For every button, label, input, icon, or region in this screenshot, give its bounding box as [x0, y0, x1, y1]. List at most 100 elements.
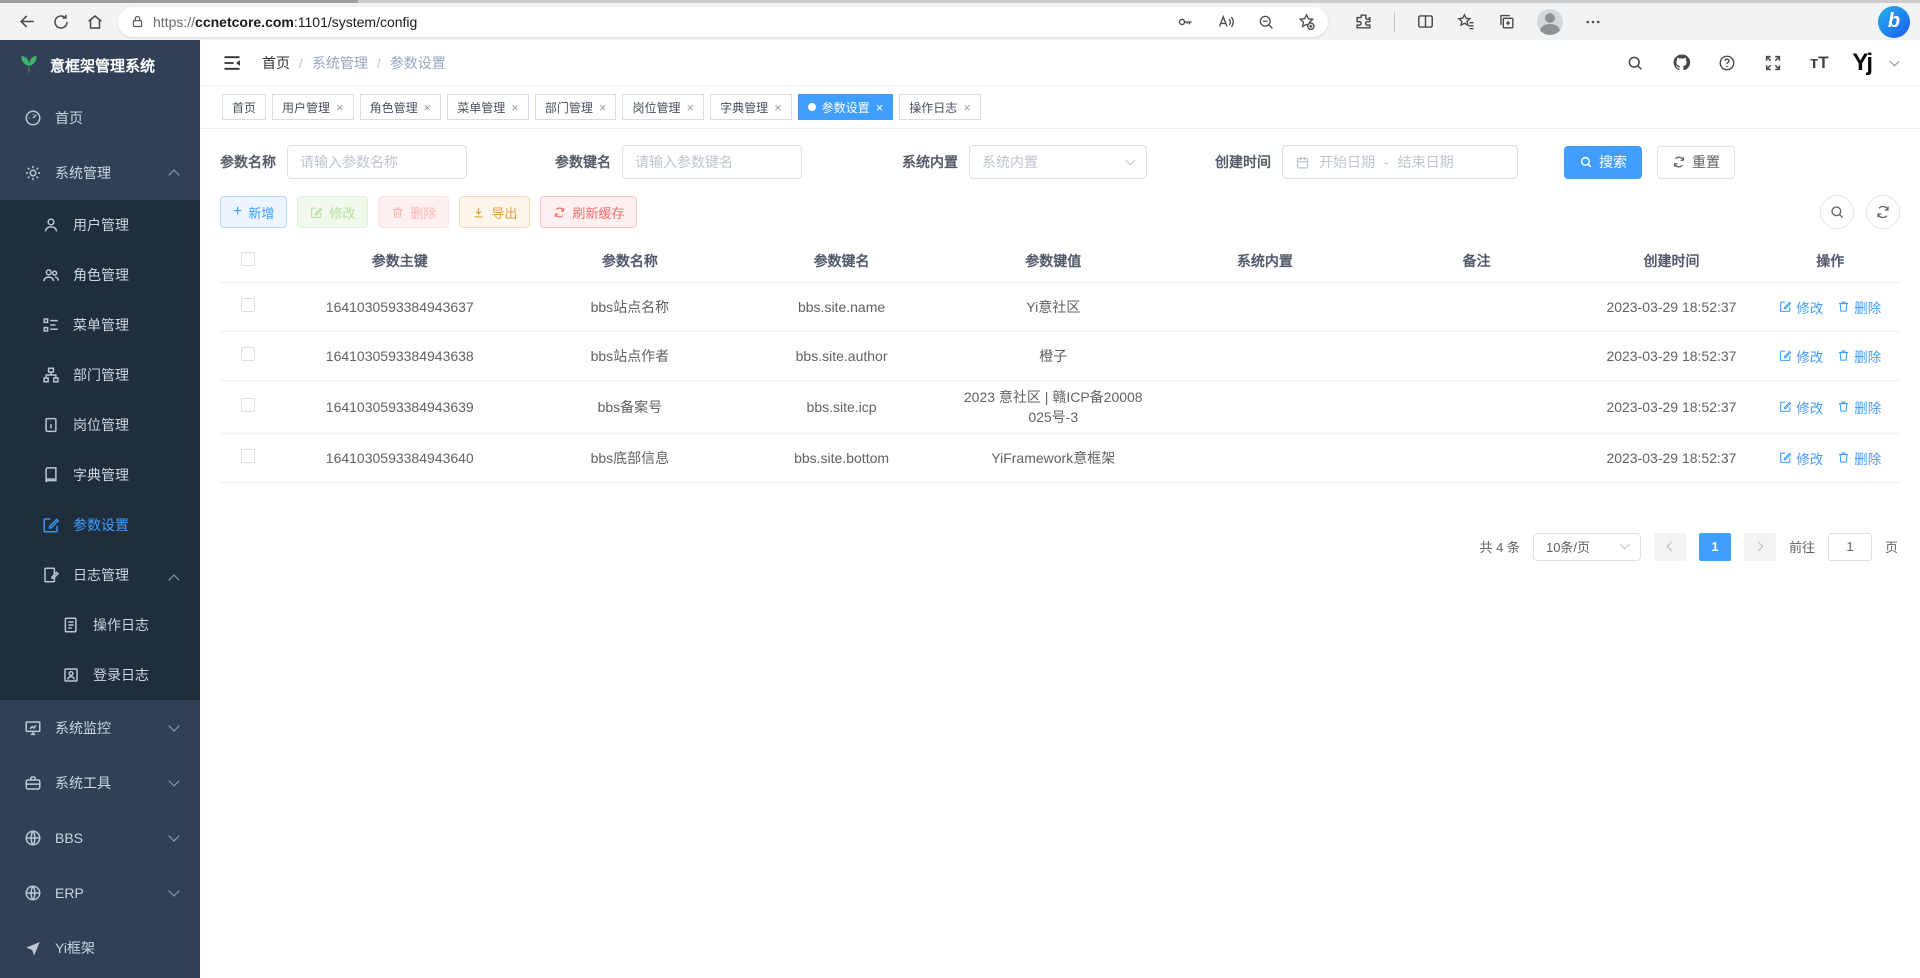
sidebar-item-yiframework[interactable]: Yi框架 [0, 920, 200, 975]
row-delete-link[interactable]: 删除 [1837, 397, 1881, 417]
tab-config-active[interactable]: 参数设置× [798, 94, 894, 120]
browser-home-button[interactable] [78, 7, 112, 37]
select-all-checkbox[interactable] [241, 252, 255, 266]
sidebar-toggle-icon[interactable] [222, 53, 242, 73]
sidebar-item-monitor[interactable]: 系统监控 [0, 700, 200, 755]
tab-departments[interactable]: 部门管理× [535, 94, 617, 120]
header-help-button[interactable] [1714, 50, 1740, 76]
goto-page-input[interactable] [1828, 533, 1872, 561]
sidebar-item-config[interactable]: 参数设置 [0, 500, 200, 550]
tab-posts[interactable]: 岗位管理× [622, 94, 704, 120]
browser-back-button[interactable] [10, 7, 44, 37]
page-number-1[interactable]: 1 [1699, 533, 1731, 561]
favorite-add-icon[interactable] [1297, 12, 1316, 31]
sidebar-item-roles[interactable]: 角色管理 [0, 250, 200, 300]
export-button[interactable]: 导出 [459, 196, 530, 228]
edit-button[interactable]: 修改 [297, 196, 368, 228]
close-icon[interactable]: × [599, 101, 607, 114]
chevron-down-icon[interactable] [1890, 56, 1900, 66]
search-button[interactable]: 搜索 [1564, 146, 1642, 179]
add-button[interactable]: +新增 [220, 196, 287, 228]
close-icon[interactable]: × [336, 101, 344, 114]
sidebar-item-login-log[interactable]: 登录日志 [0, 650, 200, 700]
sidebar-item-users[interactable]: 用户管理 [0, 200, 200, 250]
profile-avatar[interactable] [1537, 9, 1563, 35]
close-icon[interactable]: × [424, 101, 432, 114]
param-name-input[interactable]: 请输入参数名称 [287, 145, 467, 179]
delete-button[interactable]: 删除 [378, 196, 449, 228]
collections-icon[interactable] [1497, 12, 1516, 31]
next-page-button[interactable] [1744, 533, 1776, 561]
tab-operation-log[interactable]: 操作日志× [899, 94, 981, 120]
header-fontsize-button[interactable]: ᴛT [1806, 50, 1832, 76]
reset-button[interactable]: 重置 [1657, 146, 1735, 179]
sidebar-item-home[interactable]: 首页 [0, 90, 200, 145]
sidebar-item-departments[interactable]: 部门管理 [0, 350, 200, 400]
address-bar[interactable]: https://ccnetcore.com:1101/system/config [118, 7, 1328, 37]
row-edit-link[interactable]: 修改 [1779, 297, 1823, 317]
breadcrumb-home[interactable]: 首页 [262, 53, 290, 73]
tab-dictionary[interactable]: 字典管理× [710, 94, 792, 120]
sidebar-item-system[interactable]: 系统管理 [0, 145, 200, 200]
sidebar-item-erp[interactable]: ERP [0, 865, 200, 920]
user-logo-avatar[interactable]: Yj [1852, 49, 1871, 77]
close-icon[interactable]: × [686, 101, 694, 114]
favorites-bar-icon[interactable] [1456, 12, 1476, 31]
row-edit-link[interactable]: 修改 [1779, 397, 1823, 417]
close-icon[interactable]: × [963, 101, 971, 114]
sidebar-item-label: 字典管理 [73, 465, 129, 485]
refresh-cache-button[interactable]: 刷新缓存 [540, 196, 637, 228]
sidebar-item-menus[interactable]: 菜单管理 [0, 300, 200, 350]
close-icon[interactable]: × [876, 101, 884, 114]
date-range-picker[interactable]: 开始日期 - 结束日期 [1282, 145, 1518, 179]
row-checkbox[interactable] [241, 298, 255, 312]
sidebar-item-posts[interactable]: 岗位管理 [0, 400, 200, 450]
sidebar-item-label: 日志管理 [73, 565, 129, 585]
header-github-button[interactable] [1668, 50, 1694, 76]
close-icon[interactable]: × [511, 101, 519, 114]
main-area: 首页 / 系统管理 / 参数设置 ᴛT Yj 首页 用户管理× 角色管理× 菜单… [200, 40, 1920, 978]
sidebar-item-tools[interactable]: 系统工具 [0, 755, 200, 810]
browser-refresh-button[interactable] [44, 7, 78, 37]
param-key-input[interactable]: 请输入参数键名 [622, 145, 802, 179]
cell-id: 1641030593384943637 [275, 282, 524, 331]
cell-id: 1641030593384943639 [275, 380, 524, 433]
header-fullscreen-button[interactable] [1760, 50, 1786, 76]
zoom-out-icon[interactable] [1257, 13, 1275, 31]
password-key-icon[interactable] [1176, 13, 1194, 31]
close-icon[interactable]: × [774, 101, 782, 114]
row-checkbox[interactable] [241, 398, 255, 412]
header-search-button[interactable] [1622, 50, 1648, 76]
table-refresh-button[interactable] [1866, 195, 1900, 229]
row-delete-link[interactable]: 删除 [1837, 297, 1881, 317]
sidebar-item-bbs[interactable]: BBS [0, 810, 200, 865]
more-menu-icon[interactable] [1584, 13, 1602, 31]
trash-icon [1837, 349, 1850, 362]
row-checkbox[interactable] [241, 347, 255, 361]
gear-icon [24, 164, 42, 182]
tab-home[interactable]: 首页 [222, 94, 266, 120]
tab-roles[interactable]: 角色管理× [360, 94, 442, 120]
page-size-select[interactable]: 10条/页 [1533, 533, 1641, 561]
table-search-toggle-button[interactable] [1820, 195, 1854, 229]
prev-page-button[interactable] [1654, 533, 1686, 561]
row-edit-link[interactable]: 修改 [1779, 448, 1823, 468]
sidebar-item-dictionary[interactable]: 字典管理 [0, 450, 200, 500]
col-param-name: 参数名称 [524, 240, 736, 282]
sidebar-item-operation-log[interactable]: 操作日志 [0, 600, 200, 650]
search-icon [1626, 54, 1644, 72]
row-delete-link[interactable]: 删除 [1837, 346, 1881, 366]
tab-menus[interactable]: 菜单管理× [447, 94, 529, 120]
split-screen-icon[interactable] [1416, 12, 1435, 31]
breadcrumb-system[interactable]: 系统管理 [312, 53, 368, 73]
row-delete-link[interactable]: 删除 [1837, 448, 1881, 468]
builtin-select[interactable]: 系统内置 [969, 145, 1147, 179]
bing-copilot-icon[interactable]: b [1878, 6, 1910, 38]
row-edit-link[interactable]: 修改 [1779, 346, 1823, 366]
chevron-left-icon [1667, 542, 1677, 552]
tab-users[interactable]: 用户管理× [272, 94, 354, 120]
read-aloud-icon[interactable] [1216, 13, 1235, 31]
row-checkbox[interactable] [241, 449, 255, 463]
extensions-icon[interactable] [1354, 12, 1373, 31]
sidebar-item-logs[interactable]: 日志管理 [0, 550, 200, 600]
